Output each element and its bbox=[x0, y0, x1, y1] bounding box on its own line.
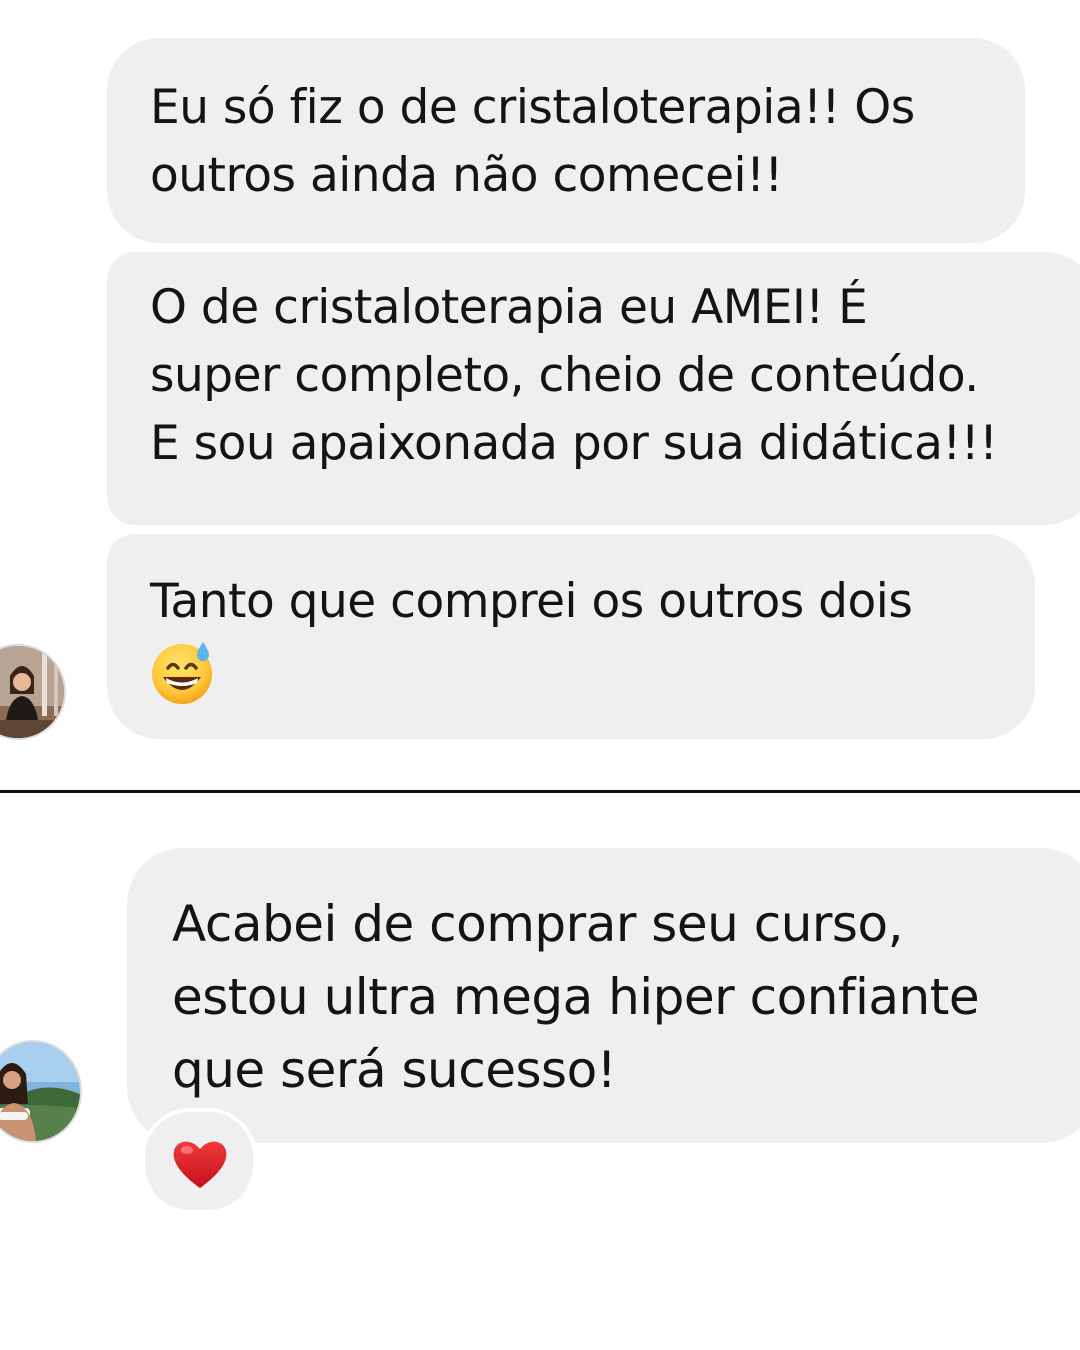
message-bubble-1[interactable]: Eu só fiz o de cristaloterapia!! Os outr… bbox=[107, 38, 1025, 243]
message-bubble-4[interactable]: Acabei de comprar seu curso, estou ultra… bbox=[127, 848, 1080, 1143]
message-text-line: O de cristaloterapia eu AMEI! É bbox=[150, 280, 868, 335]
message-text-line: Acabei de comprar seu curso, bbox=[172, 895, 903, 953]
message-text-line: que será sucesso! bbox=[172, 1041, 617, 1099]
message-text-line: E sou apaixonada por sua didática!!! bbox=[150, 416, 998, 471]
user-avatar[interactable] bbox=[0, 1040, 82, 1143]
message-text-line: estou ultra mega hiper confiante bbox=[172, 968, 980, 1026]
user-avatar[interactable] bbox=[0, 644, 66, 740]
red-heart-emoji bbox=[173, 1141, 227, 1188]
message-text-line: Eu só fiz o de cristaloterapia!! Os bbox=[150, 80, 915, 135]
message-text-line: outros ainda não comecei!! bbox=[150, 148, 783, 203]
grinning-face-with-sweat-emoji bbox=[152, 642, 212, 704]
message-bubble-3[interactable]: Tanto que comprei os outros dois bbox=[107, 534, 1035, 739]
message-bubble-2[interactable]: O de cristaloterapia eu AMEI! É super co… bbox=[107, 252, 1080, 525]
reaction-badge[interactable] bbox=[141, 1108, 257, 1214]
section-divider bbox=[0, 790, 1080, 793]
message-text-line: super completo, cheio de conteúdo. bbox=[150, 348, 979, 403]
user-avatar-photo bbox=[0, 1042, 80, 1141]
message-text-line: Tanto que comprei os outros dois bbox=[150, 574, 913, 629]
user-avatar-photo bbox=[0, 646, 64, 738]
